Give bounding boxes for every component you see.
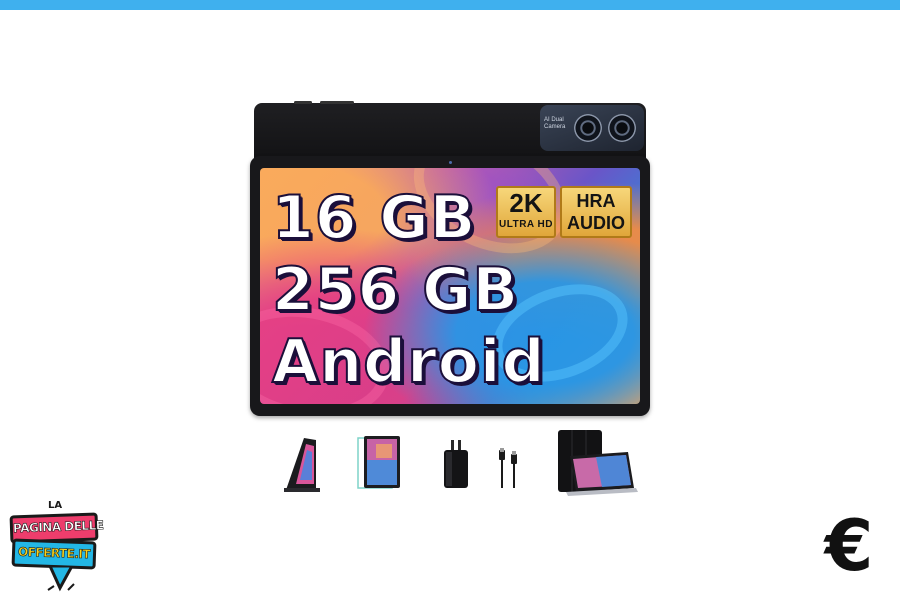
charger-icon	[442, 438, 470, 490]
tablet-front: 16 GB 256 GB Android 2K ULTRA HD HRA AUD…	[250, 156, 650, 416]
audio-badge: HRA AUDIO	[560, 186, 632, 238]
top-accent-bar	[0, 0, 900, 10]
camera-lens-icon	[574, 114, 602, 142]
tablet-stand-icon	[282, 434, 322, 494]
camera-label: AI Dual Camera	[544, 117, 566, 130]
resolution-badge-main: 2K	[509, 188, 543, 218]
speech-bubble-tail-icon	[47, 566, 75, 592]
audio-badge-line1: HRA	[576, 191, 616, 211]
power-button	[320, 101, 354, 104]
tablet-screen: 16 GB 256 GB Android 2K ULTRA HD HRA AUD…	[260, 168, 640, 404]
resolution-badge: 2K ULTRA HD	[496, 186, 556, 238]
logo-banner-bottom: OFFERTE.IT	[11, 538, 97, 570]
tablet-back-panel: AI Dual Camera	[254, 101, 646, 161]
usb-c-cable-icon	[496, 448, 520, 490]
camera-lens-icon	[608, 114, 636, 142]
camera-module: AI Dual Camera	[540, 105, 644, 151]
euro-icon: €	[824, 505, 874, 587]
screen-protector-icon	[356, 434, 402, 492]
site-logo[interactable]: LA PAGINA DELLE OFFERTE.IT	[6, 498, 104, 598]
audio-badge-line2: AUDIO	[567, 213, 625, 233]
volume-button	[294, 101, 312, 104]
ram-spec: 16 GB	[271, 183, 477, 253]
logo-line2: OFFERTE.IT	[17, 544, 91, 562]
storage-spec: 256 GB	[271, 255, 520, 325]
folio-case-icon	[556, 430, 640, 496]
logo-top-text: LA	[48, 500, 63, 511]
os-spec: Android	[271, 327, 546, 397]
resolution-badge-sub: ULTRA HD	[499, 219, 553, 230]
front-camera-icon	[449, 161, 452, 164]
logo-line1: PAGINA DELLE	[12, 518, 104, 536]
